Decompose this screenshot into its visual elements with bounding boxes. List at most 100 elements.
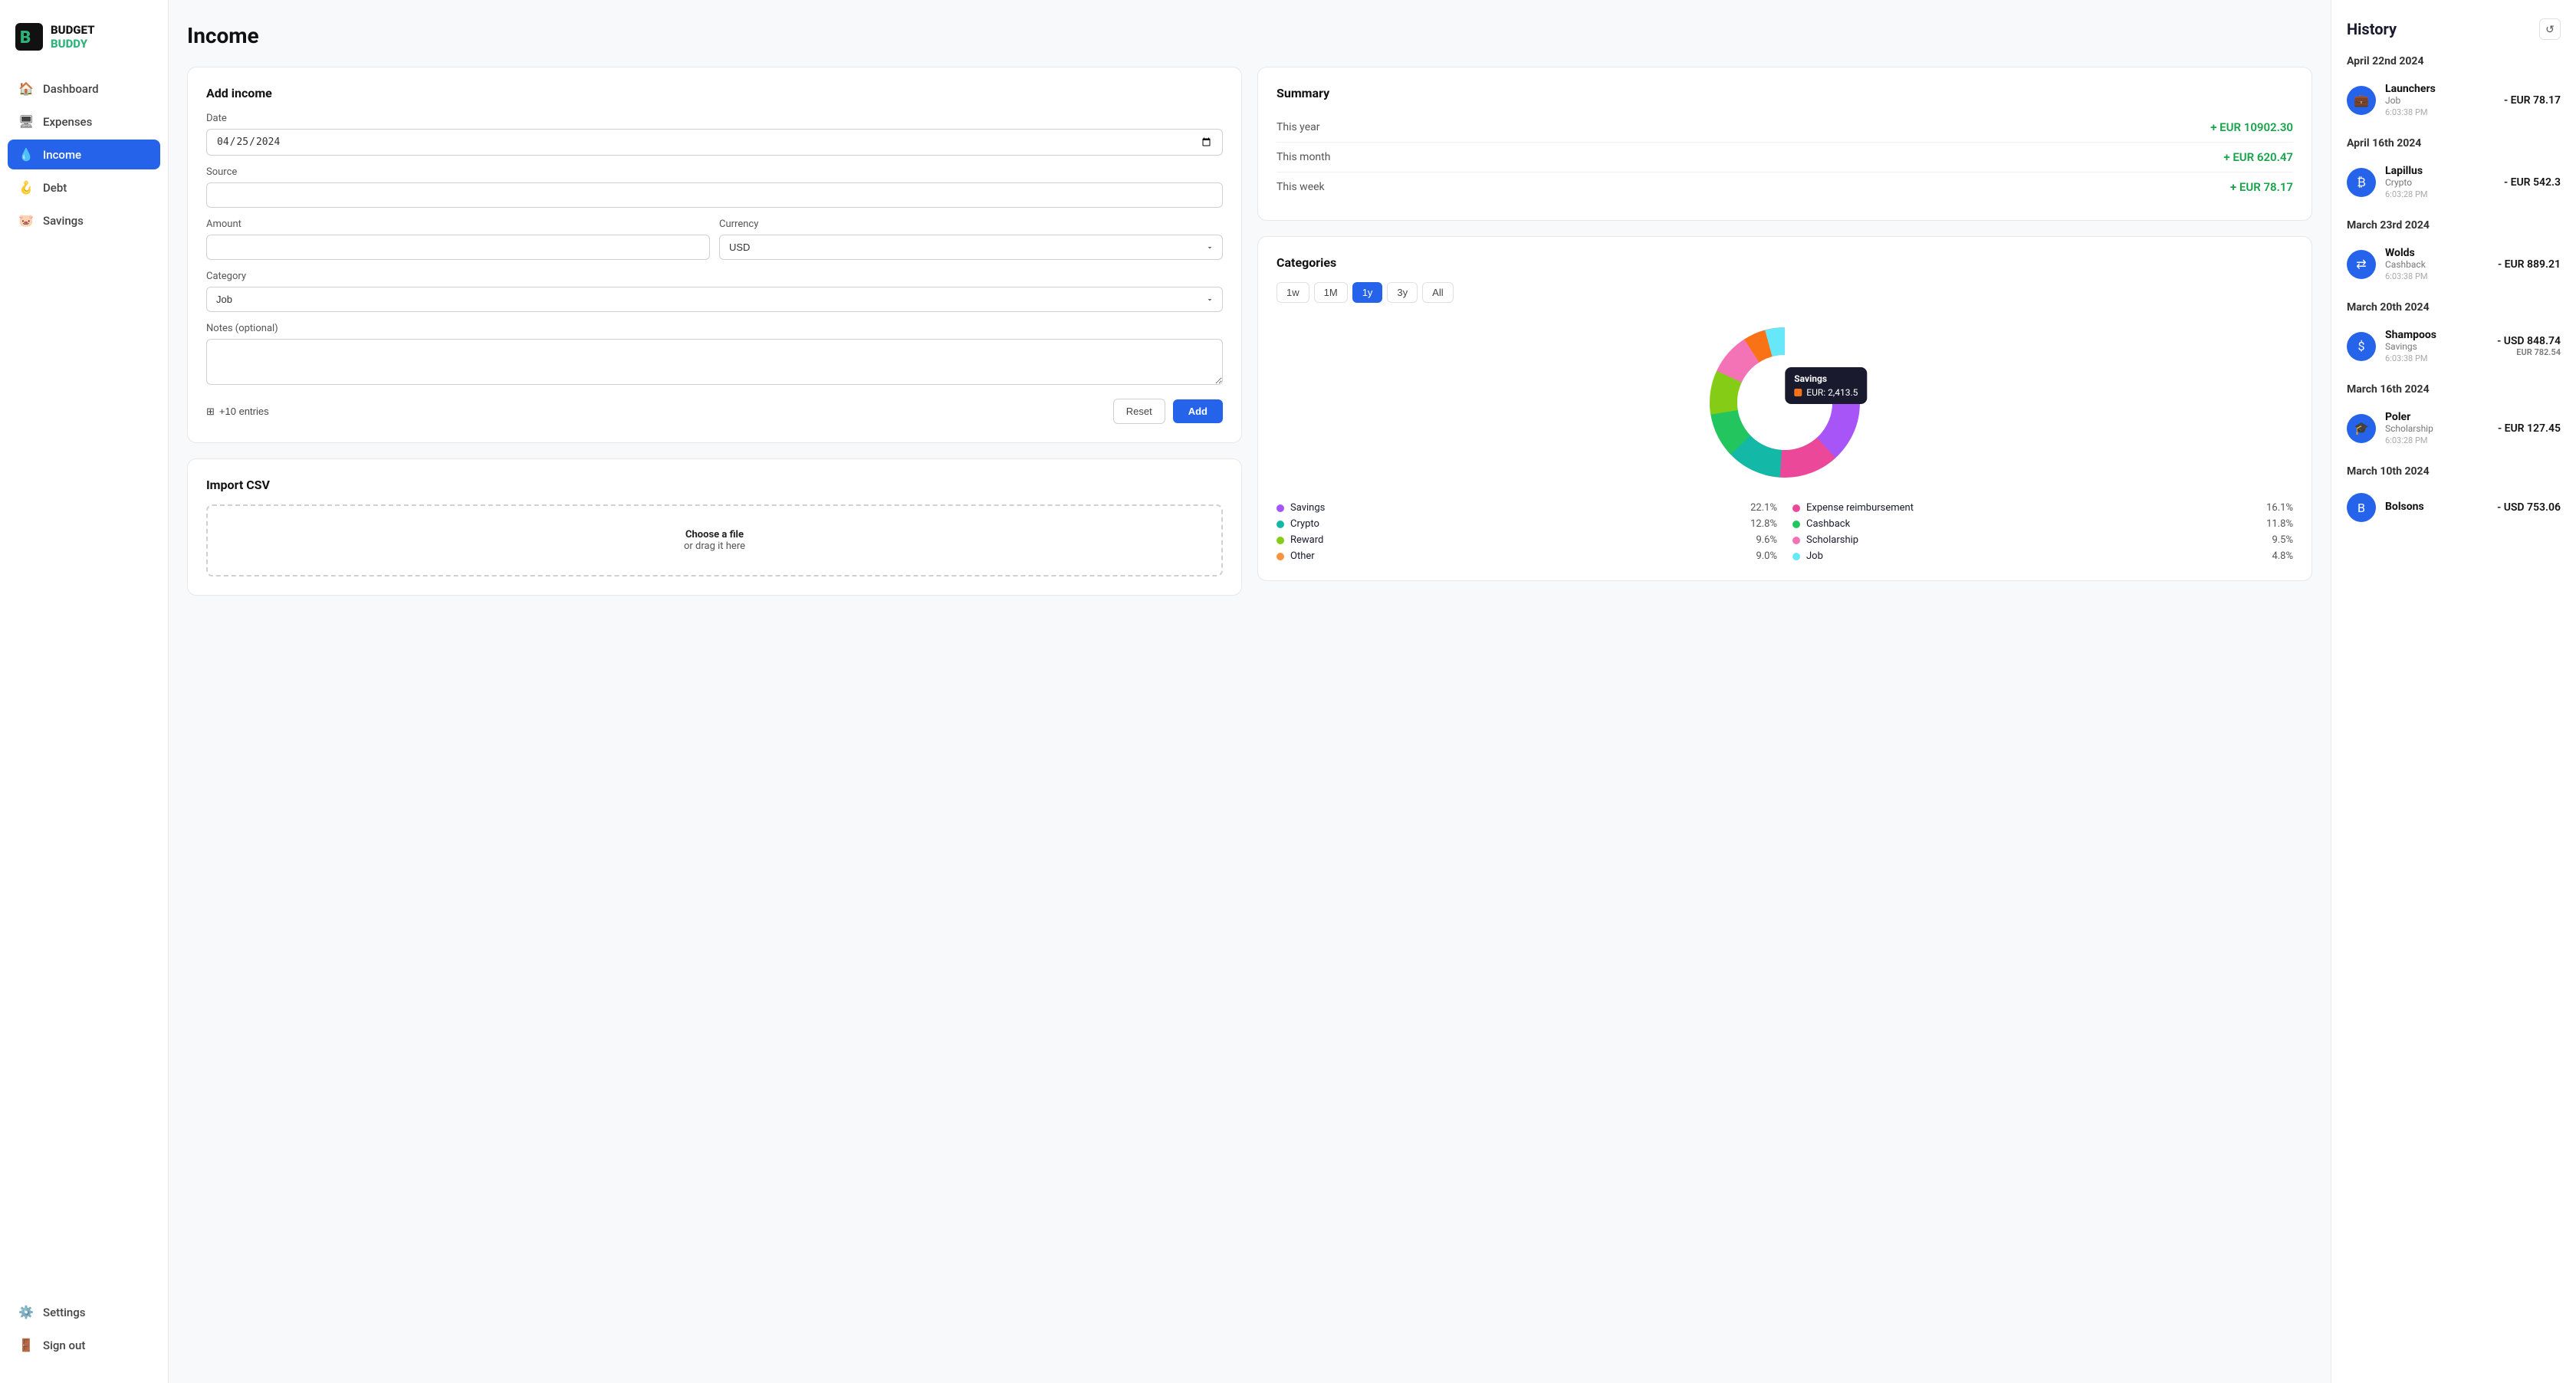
left-column: Add income Date Source Amount Currency bbox=[187, 67, 1242, 596]
legend-dot bbox=[1792, 553, 1800, 560]
legend-label: Job bbox=[1806, 550, 1823, 562]
history-item: 🎓 Poler Scholarship 6:03:28 PM - EUR 127… bbox=[2347, 403, 2561, 453]
summary-label-week: This week bbox=[1276, 181, 1325, 193]
legend-left: Cashback bbox=[1792, 518, 1850, 530]
tooltip-label: Savings bbox=[1794, 373, 1858, 384]
form-actions: ⊞ +10 entries Reset Add bbox=[206, 399, 1223, 424]
history-info: Launchers Job 6:03:38 PM bbox=[2385, 83, 2495, 117]
history-avatar: $ bbox=[2347, 332, 2376, 361]
history-item: 💼 Launchers Job 6:03:38 PM - EUR 78.17 bbox=[2347, 75, 2561, 125]
drop-zone[interactable]: Choose a file or drag it here bbox=[206, 504, 1223, 577]
legend-dot bbox=[1792, 537, 1800, 544]
sidebar-item-label: Sign out bbox=[43, 1339, 85, 1352]
legend-item: Reward 9.6% bbox=[1276, 534, 1777, 546]
legend-label: Expense reimbursement bbox=[1806, 502, 1914, 514]
history-date-label: March 16th 2024 bbox=[2347, 383, 2561, 396]
source-input[interactable] bbox=[206, 182, 1223, 208]
history-avatar: 🎓 bbox=[2347, 414, 2376, 443]
date-input[interactable] bbox=[206, 129, 1223, 156]
legend-item: Job 4.8% bbox=[1792, 550, 2293, 562]
reset-button[interactable]: Reset bbox=[1113, 399, 1165, 424]
expenses-icon: 🖥 bbox=[18, 114, 34, 129]
amount-label: Amount bbox=[206, 218, 710, 230]
svg-text:B: B bbox=[20, 28, 31, 48]
currency-select[interactable]: USD EUR GBP bbox=[719, 235, 1223, 260]
import-csv-title: Import CSV bbox=[206, 478, 1223, 492]
sidebar-item-debt[interactable]: 🪝 Debt bbox=[8, 172, 160, 202]
legend-item: Scholarship 9.5% bbox=[1792, 534, 2293, 546]
history-amount-sub: EUR 782.54 bbox=[2497, 347, 2561, 357]
category-select[interactable]: Job Freelance Savings Investment Other bbox=[206, 287, 1223, 312]
filter-1y[interactable]: 1y bbox=[1352, 282, 1383, 303]
history-category: Cashback bbox=[2385, 259, 2489, 270]
sidebar-item-label: Dashboard bbox=[43, 82, 99, 96]
savings-icon: 🐷 bbox=[18, 213, 34, 228]
history-date-group: April 16th 2024 ₿ Lapillus Crypto 6:03:2… bbox=[2347, 137, 2561, 207]
app-name: BUDGETBUDDY bbox=[51, 23, 94, 51]
date-group: Date bbox=[206, 113, 1223, 156]
history-category: Savings bbox=[2385, 341, 2488, 352]
history-amount: - EUR 127.45 bbox=[2498, 422, 2561, 435]
legend-item: Savings 22.1% bbox=[1276, 502, 1777, 514]
history-category: Scholarship bbox=[2385, 423, 2489, 434]
sidebar-item-settings[interactable]: ⚙️ Settings bbox=[8, 1297, 160, 1327]
history-date-label: March 10th 2024 bbox=[2347, 465, 2561, 478]
filter-1m[interactable]: 1M bbox=[1314, 282, 1348, 303]
legend-pct: 9.6% bbox=[1756, 534, 1777, 546]
legend-left: Reward bbox=[1276, 534, 1323, 546]
legend-item: Expense reimbursement 16.1% bbox=[1792, 502, 2293, 514]
history-date-group: March 20th 2024 $ Shampoos Savings 6:03:… bbox=[2347, 301, 2561, 371]
notes-input[interactable] bbox=[206, 339, 1223, 385]
summary-label-month: This month bbox=[1276, 151, 1330, 163]
filter-all[interactable]: All bbox=[1422, 282, 1453, 303]
history-info: Poler Scholarship 6:03:28 PM bbox=[2385, 411, 2489, 445]
time-filters: 1w 1M 1y 3y All bbox=[1276, 282, 2293, 303]
source-label: Source bbox=[206, 166, 1223, 178]
history-amount: - EUR 889.21 bbox=[2498, 258, 2561, 271]
history-category: Job bbox=[2385, 95, 2495, 106]
donut-tooltip: Savings EUR: 2,413.5 bbox=[1785, 367, 1867, 404]
sidebar-item-label: Savings bbox=[43, 214, 84, 228]
history-date-label: March 20th 2024 bbox=[2347, 301, 2561, 314]
filter-3y[interactable]: 3y bbox=[1387, 282, 1418, 303]
history-name: Poler bbox=[2385, 411, 2489, 423]
home-icon: 🏠 bbox=[18, 81, 34, 96]
sidebar-item-expenses[interactable]: 🖥 Expenses bbox=[8, 107, 160, 136]
legend-pct: 9.5% bbox=[2272, 534, 2293, 546]
add-income-title: Add income bbox=[206, 86, 1223, 100]
source-group: Source bbox=[206, 166, 1223, 208]
legend-left: Other bbox=[1276, 550, 1315, 562]
sidebar-item-dashboard[interactable]: 🏠 Dashboard bbox=[8, 74, 160, 103]
summary-title: Summary bbox=[1276, 86, 2293, 100]
history-avatar: 💼 bbox=[2347, 86, 2376, 115]
legend-left: Crypto bbox=[1276, 518, 1319, 530]
sidebar-item-income[interactable]: 💧 Income bbox=[8, 140, 160, 169]
tooltip-amount: EUR: 2,413.5 bbox=[1806, 387, 1858, 398]
legend-dot bbox=[1276, 521, 1284, 528]
chart-container: Savings EUR: 2,413.5 bbox=[1276, 318, 2293, 487]
sidebar-item-label: Settings bbox=[43, 1306, 86, 1319]
history-refresh-button[interactable]: ↺ bbox=[2539, 18, 2561, 40]
sidebar-item-savings[interactable]: 🐷 Savings bbox=[8, 205, 160, 235]
history-name: Shampoos bbox=[2385, 329, 2488, 341]
amount-input[interactable] bbox=[206, 235, 710, 260]
nav-menu: 🏠 Dashboard 🖥 Expenses 💧 Income 🪝 Debt 🐷… bbox=[0, 74, 168, 1289]
legend-item: Cashback 11.8% bbox=[1792, 518, 2293, 530]
entries-button[interactable]: ⊞ +10 entries bbox=[206, 406, 269, 418]
history-info: Shampoos Savings 6:03:38 PM bbox=[2385, 329, 2488, 363]
sidebar-item-label: Expenses bbox=[43, 115, 92, 129]
history-category: Crypto bbox=[2385, 177, 2495, 188]
add-button[interactable]: Add bbox=[1173, 399, 1223, 423]
signout-icon: 🚪 bbox=[18, 1338, 34, 1352]
filter-1w[interactable]: 1w bbox=[1276, 282, 1309, 303]
legend-pct: 22.1% bbox=[1750, 502, 1777, 514]
sidebar-item-signout[interactable]: 🚪 Sign out bbox=[8, 1330, 160, 1360]
history-date-group: April 22nd 2024 💼 Launchers Job 6:03:38 … bbox=[2347, 55, 2561, 125]
tooltip-dot bbox=[1794, 389, 1802, 396]
history-avatar: ⇄ bbox=[2347, 250, 2376, 279]
currency-label: Currency bbox=[719, 218, 1223, 230]
entries-label: +10 entries bbox=[219, 406, 269, 417]
sidebar-item-label: Income bbox=[43, 148, 81, 162]
notes-group: Notes (optional) bbox=[206, 323, 1223, 388]
summary-card: Summary This year + EUR 10902.30 This mo… bbox=[1257, 67, 2312, 221]
